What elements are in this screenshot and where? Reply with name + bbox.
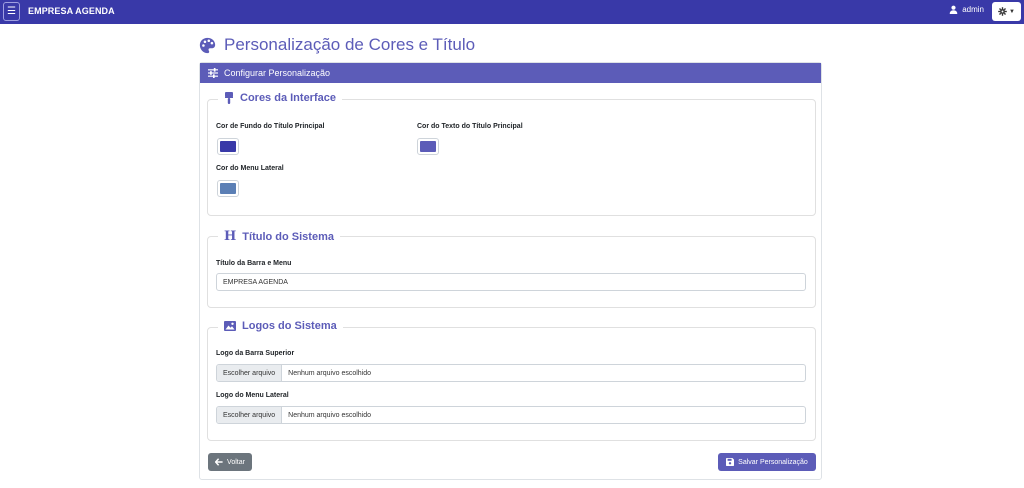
- page-title: Personalização de Cores e Título: [199, 35, 475, 55]
- menu-color-label: Cor do Menu Lateral: [216, 165, 284, 172]
- colors-section: Cores da Interface Cor de Fundo do Títul…: [207, 92, 816, 216]
- system-title-label: Título da Barra e Menu: [216, 260, 292, 267]
- top-logo-label: Logo da Barra Superior: [216, 350, 295, 357]
- image-icon: [224, 321, 236, 331]
- gear-icon: [998, 7, 1007, 16]
- arrow-left-icon: [215, 458, 223, 466]
- side-logo-label: Logo do Menu Lateral: [216, 392, 289, 399]
- side-logo-file-input[interactable]: Escolher arquivo Nenhum arquivo escolhid…: [216, 406, 806, 424]
- top-logo-file-input[interactable]: Escolher arquivo Nenhum arquivo escolhid…: [216, 364, 806, 382]
- menu-toggle-button[interactable]: ☰: [3, 2, 20, 21]
- logos-section-legend: Logos do Sistema: [218, 320, 343, 332]
- brand-title[interactable]: EMPRESA AGENDA: [28, 6, 115, 16]
- title-bg-color-label: Cor de Fundo do Título Principal: [216, 123, 325, 130]
- paint-brush-icon: [225, 92, 233, 104]
- side-logo-file-status: Nenhum arquivo escolhido: [288, 411, 372, 419]
- system-title-section: H Título do Sistema Título da Barra e Me…: [207, 229, 816, 308]
- save-personalization-button[interactable]: Salvar Personalização: [718, 453, 816, 471]
- card-header-title: Configurar Personalização: [224, 68, 331, 78]
- top-navbar: ☰ EMPRESA AGENDA admin ▼: [0, 0, 1024, 24]
- user-menu[interactable]: admin: [949, 5, 984, 14]
- sliders-icon: [208, 68, 218, 78]
- top-logo-file-status: Nenhum arquivo escolhido: [288, 369, 372, 377]
- hamburger-icon: ☰: [7, 6, 16, 17]
- title-text-color-label: Cor do Texto do Título Principal: [417, 123, 523, 130]
- heading-icon: H: [224, 229, 237, 244]
- back-button[interactable]: Voltar: [208, 453, 252, 471]
- settings-dropdown-button[interactable]: ▼: [992, 2, 1021, 21]
- title-text-color-picker[interactable]: [417, 138, 439, 155]
- personalization-card: Configurar Personalização Cores da Inter…: [199, 62, 822, 480]
- title-text-color-swatch: [420, 141, 436, 152]
- system-title-section-legend: H Título do Sistema: [218, 229, 340, 244]
- menu-color-swatch: [220, 183, 236, 194]
- save-icon: [726, 458, 735, 466]
- system-title-input[interactable]: EMPRESA AGENDA: [216, 273, 806, 291]
- chevron-down-icon: ▼: [1009, 8, 1015, 15]
- title-bg-color-swatch: [220, 141, 236, 152]
- user-name: admin: [962, 5, 984, 14]
- colors-section-legend: Cores da Interface: [218, 92, 342, 104]
- top-logo-choose-file-button[interactable]: Escolher arquivo: [217, 365, 283, 381]
- page-title-text: Personalização de Cores e Título: [224, 35, 476, 54]
- user-icon: [949, 5, 958, 14]
- side-logo-choose-file-button[interactable]: Escolher arquivo: [217, 407, 283, 423]
- title-bg-color-picker[interactable]: [217, 138, 239, 155]
- menu-color-picker[interactable]: [217, 180, 239, 197]
- card-header: Configurar Personalização: [200, 63, 821, 83]
- logos-section: Logos do Sistema Logo da Barra Superior …: [207, 320, 816, 441]
- palette-icon: [199, 37, 216, 53]
